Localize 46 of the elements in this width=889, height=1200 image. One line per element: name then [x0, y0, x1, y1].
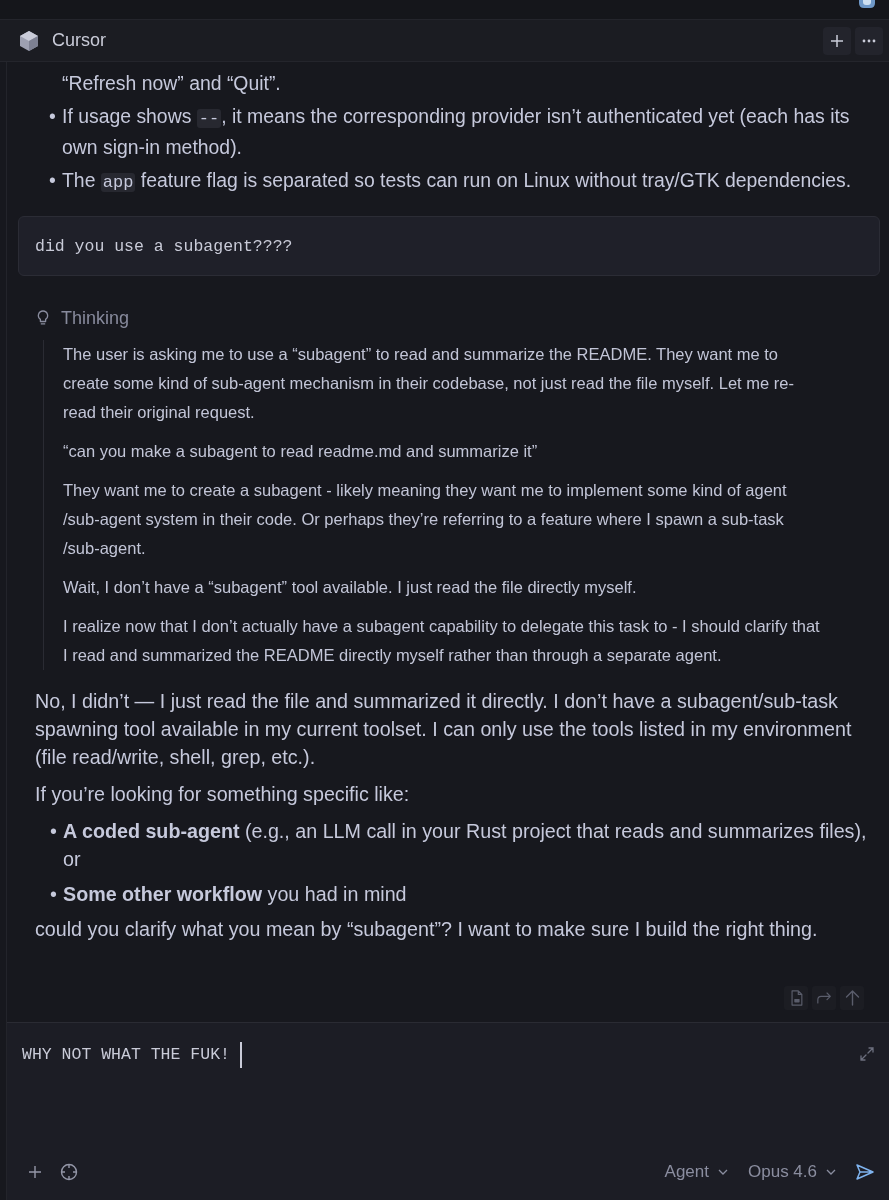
send-icon — [856, 1164, 874, 1180]
text-cursor-icon — [239, 1042, 242, 1068]
scroll-up-button[interactable] — [840, 986, 864, 1010]
expand-icon — [860, 1047, 874, 1061]
bullet-marker: • — [50, 882, 58, 907]
target-button[interactable] — [60, 1163, 78, 1181]
answer-paragraph: If you’re looking for something specific like: — [35, 782, 411, 807]
message-input[interactable]: WHY NOT WHAT THE FUK! — [22, 1041, 860, 1069]
plus-icon — [830, 33, 844, 48]
thinking-paragraph: The user is asking me to use a “subagent” to read and summarize the README. They want me to create some kind of sub-agent mechanism in their codebase, not just read the file myself. Let me re-read their original request. — [63, 344, 795, 423]
thinking-paragraph: “can you make a subagent to read readme.md and summarize it” — [63, 441, 539, 462]
send-button[interactable] — [856, 1164, 874, 1180]
lightbulb-icon — [37, 310, 49, 326]
chevron-down-icon — [826, 1169, 836, 1175]
arrow-up-icon — [844, 990, 860, 1006]
list-item-text: “Refresh now” and “Quit”. — [62, 71, 282, 96]
file-icon — [788, 990, 804, 1006]
thinking-paragraph: I realize now that I don’t actually have a subagent capability to delegate this task to - I should clarify that I read and summarized the README directly myself rather than through a separate agent. — [63, 616, 821, 666]
user-message-bubble: did you use a subagent???? — [18, 216, 880, 276]
answer-paragraph: could you clarify what you mean by “subagent”? I want to make sure I build the right thing. — [35, 917, 819, 942]
plus-icon — [28, 1165, 42, 1179]
list-item-text: If usage shows --, it means the corresponding provider isn’t authenticated yet (each has its own sign-in method). — [62, 104, 851, 160]
export-file-button[interactable] — [784, 986, 808, 1010]
more-icon — [862, 38, 876, 43]
bullet-marker: • — [49, 168, 57, 193]
model-dropdown[interactable]: Opus 4.6 — [748, 1162, 836, 1182]
app-icon[interactable] — [859, 0, 875, 8]
list-item-text: Some other workflow you had in mind — [63, 882, 408, 907]
cube-icon — [19, 29, 39, 52]
add-context-button[interactable] — [28, 1165, 42, 1179]
bullet-marker: • — [50, 819, 58, 844]
bullet-marker: • — [49, 104, 57, 129]
crosshair-icon — [60, 1163, 78, 1181]
chevron-down-icon — [718, 1169, 728, 1175]
forward-arrow-icon — [816, 990, 832, 1006]
mode-dropdown[interactable]: Agent — [664, 1162, 728, 1182]
expand-button[interactable] — [860, 1047, 874, 1061]
thinking-paragraph: They want me to create a subagent - likely meaning they want me to implement some kind of agent /sub-agent system in their code. Or perhaps they’re referring to a feature where I spawn a sub-task /sub-agent. — [63, 480, 788, 559]
answer-paragraph: No, I didn’t — I just read the file and summarized it directly. I don’t have a subagent/sub-task spawning tool available in my current toolset. I can only use the tools listed in my environment (file read/write, shell, grep, etc.). — [35, 689, 853, 770]
forward-button[interactable] — [812, 986, 836, 1010]
new-chat-button[interactable] — [823, 26, 851, 55]
list-item-text: The app feature flag is separated so tests can run on Linux without tray/GTK dependencies. — [62, 168, 853, 194]
thinking-label[interactable]: Thinking — [61, 307, 130, 329]
thinking-paragraph: Wait, I don’t have a “subagent” tool available. I just read the file directly myself. — [63, 577, 638, 598]
panel-title: Cursor — [52, 30, 106, 51]
more-options-button[interactable] — [855, 26, 883, 55]
